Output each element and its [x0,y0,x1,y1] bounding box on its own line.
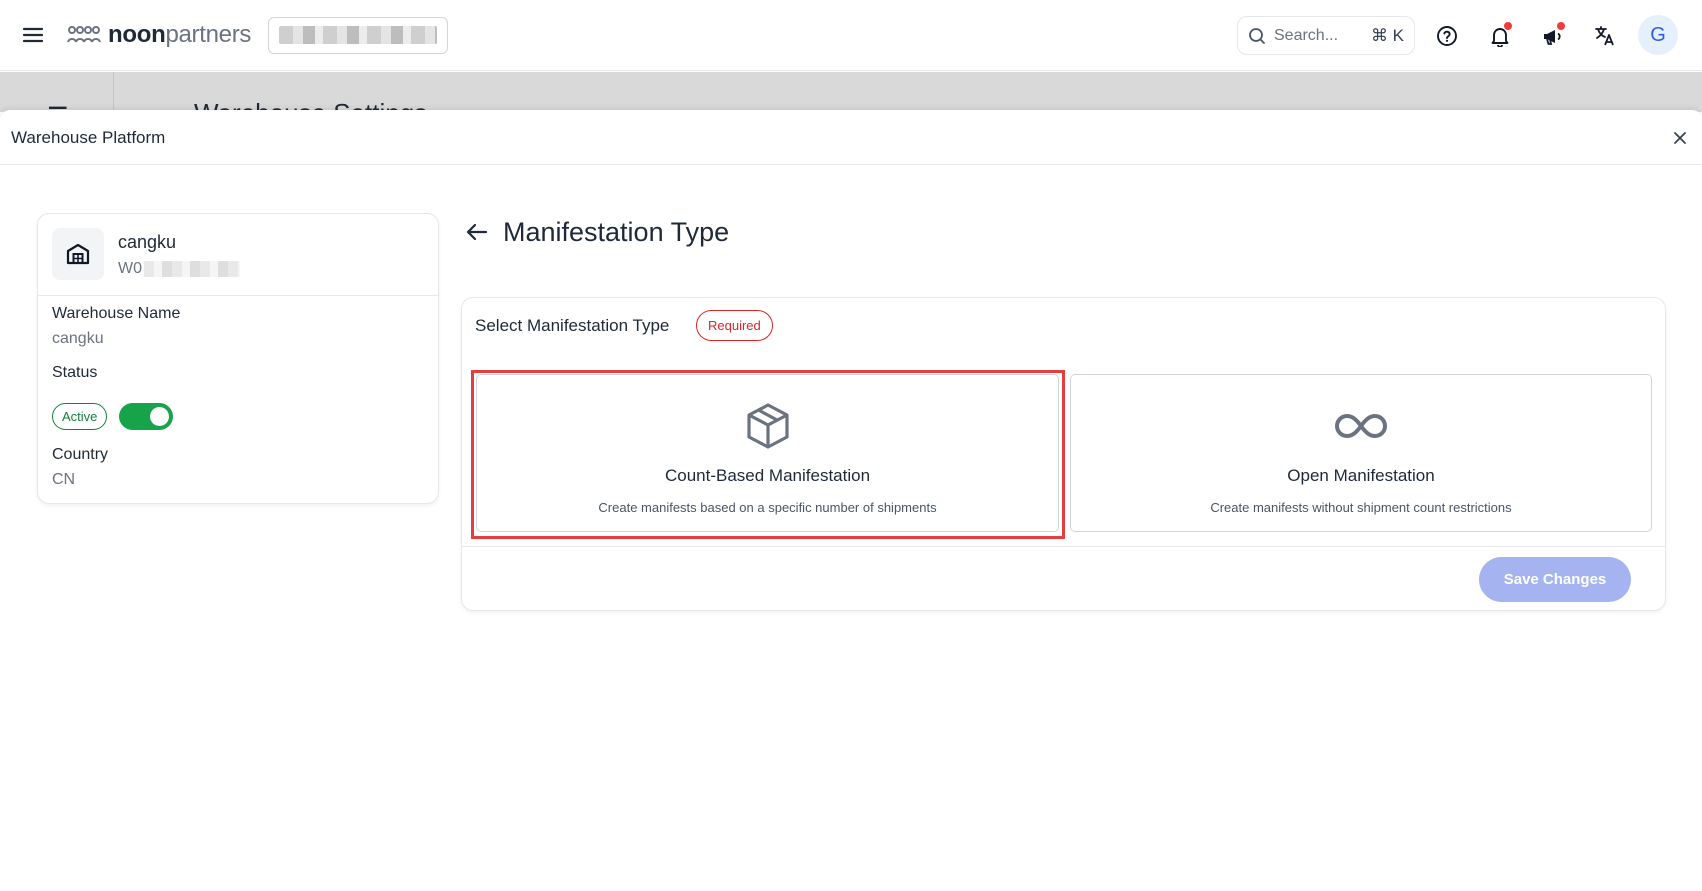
infinity-icon [1334,399,1388,453]
status-label: Status [52,364,98,381]
country-label: Country [52,446,109,463]
warehouse-name-label: Warehouse Name [52,305,181,322]
help-icon[interactable] [1430,19,1464,53]
option-count-based-manifestation[interactable]: Count-Based Manifestation Create manifes… [476,374,1059,532]
redacted-store-name [279,26,437,44]
warehouse-info-header: cangku W0 [38,214,438,296]
close-icon[interactable] [1668,126,1692,150]
notification-dot [1504,22,1512,30]
store-selector[interactable] [268,17,448,54]
select-manifestation-label: Select Manifestation Type [475,316,670,335]
logo-light: partners [165,21,252,48]
search-placeholder: Search... [1274,26,1339,44]
announcements-megaphone-icon[interactable] [1535,19,1569,53]
logo-people-icon [67,26,101,43]
modal-title: Warehouse Platform [11,128,166,147]
manifestation-type-card: Select Manifestation Type Required Count… [461,297,1666,611]
background-page: ☰ ‹ Warehouse Settings [0,72,1702,112]
back-arrow-icon[interactable] [463,218,491,246]
card-divider [462,546,1665,547]
logo-text: noonpartners [108,21,251,49]
modal-header: Warehouse Platform [0,110,1702,165]
option-description: Create manifests without shipment count … [1210,500,1512,515]
user-avatar[interactable]: G [1638,15,1678,55]
save-changes-button[interactable]: Save Changes [1479,557,1631,602]
search-icon [1249,27,1265,44]
status-badge: Active [52,403,108,430]
option-title: Open Manifestation [1287,466,1435,485]
warehouse-platform-modal: Warehouse Platform cangku W0 Warehouse N… [0,110,1702,891]
required-badge: Required [696,310,773,341]
background-sidebar-divider [113,72,114,112]
notifications-bell-icon[interactable] [1483,19,1517,53]
status-toggle[interactable] [119,403,173,430]
warehouse-icon [52,228,104,280]
menu-icon[interactable] [20,22,46,48]
country-value: CN [52,471,76,488]
option-title: Count-Based Manifestation [664,466,871,485]
option-open-manifestation[interactable]: Open Manifestation Create manifests with… [1070,374,1652,532]
redacted-warehouse-code [144,261,240,277]
page-title: Manifestation Type [503,217,730,247]
toggle-knob [150,407,169,426]
warehouse-name-heading: cangku [118,232,177,252]
logo-bold: noon [108,21,166,48]
warehouse-code: W0 [118,260,240,278]
option-description: Create manifests based on a specific num… [598,500,937,515]
top-navigation-bar: noonpartners Search... ⌘ K G [0,0,1702,71]
warehouse-name-value: cangku [52,330,104,347]
warehouse-code-prefix: W0 [118,260,142,277]
box-icon [741,399,795,453]
search-shortcut: ⌘ K [1370,25,1404,45]
warehouse-info-card: cangku W0 Warehouse Name cangku Status A… [37,213,439,504]
search-box[interactable]: Search... ⌘ K [1237,16,1415,55]
noon-partners-logo[interactable]: noonpartners [66,18,251,52]
announcement-dot [1557,22,1565,30]
translate-icon[interactable] [1588,19,1622,53]
